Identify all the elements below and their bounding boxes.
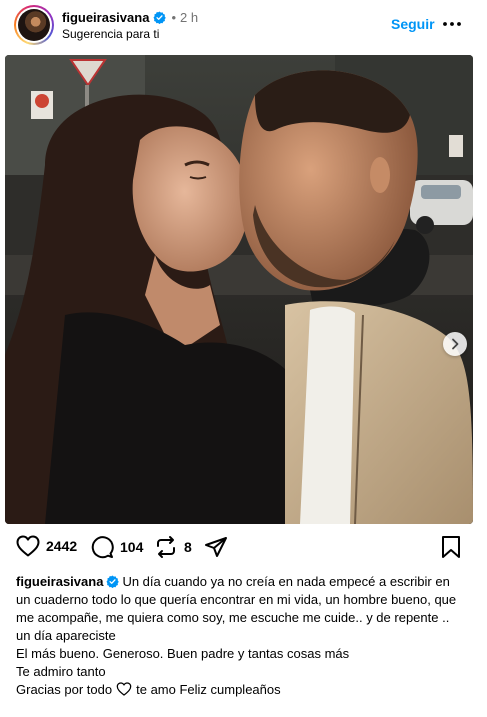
verified-badge-icon <box>153 11 167 24</box>
repost-button[interactable]: 8 <box>154 535 192 559</box>
comment-count[interactable]: 104 <box>120 539 143 555</box>
comment-button[interactable]: 104 <box>90 535 143 559</box>
save-button[interactable] <box>440 535 462 559</box>
comment-icon <box>91 536 114 559</box>
post-time[interactable]: 2 h <box>180 10 198 25</box>
more-horizontal-icon[interactable] <box>441 14 463 34</box>
like-button[interactable]: 2442 <box>16 535 77 557</box>
chevron-right-icon <box>452 338 459 350</box>
heart-icon <box>16 535 40 557</box>
caption-paragraph-1: figueirasivana Un día cuando ya no creía… <box>16 573 466 645</box>
dot-separator: • <box>171 9 176 25</box>
suggestion-label: Sugerencia para ti <box>62 27 160 41</box>
photo-illustration <box>5 55 473 524</box>
avatar[interactable] <box>14 5 54 45</box>
share-button[interactable] <box>204 535 228 559</box>
caption-text-4a: Gracias por todo <box>16 682 113 697</box>
next-slide-button[interactable] <box>443 332 467 356</box>
caption-username[interactable]: figueirasivana <box>16 574 103 589</box>
username-row: figueirasivana • 2 h <box>62 9 198 25</box>
bookmark-icon <box>442 536 460 558</box>
share-icon <box>205 537 227 557</box>
follow-button[interactable]: Seguir <box>391 16 435 32</box>
post-header: figueirasivana • 2 h Sugerencia para ti … <box>0 0 487 52</box>
caption-paragraph-4: Gracias por todo te amo Feliz cumpleaños <box>16 681 466 699</box>
caption-text-3: Te admiro tanto <box>16 664 106 679</box>
verified-badge-icon <box>106 575 120 588</box>
post-caption: figueirasivana Un día cuando ya no creía… <box>16 573 466 699</box>
caption-text-2: El más bueno. Generoso. Buen padre y tan… <box>16 646 350 661</box>
like-count[interactable]: 2442 <box>46 538 77 554</box>
avatar-image <box>18 9 50 41</box>
caption-text-4b: te amo Feliz cumpleaños <box>136 682 281 697</box>
repost-icon <box>157 536 175 558</box>
repost-count[interactable]: 8 <box>184 539 192 555</box>
heart-icon <box>116 682 132 696</box>
action-bar: 2442 104 8 <box>16 535 471 561</box>
instagram-post: figueirasivana • 2 h Sugerencia para ti … <box>0 0 487 717</box>
post-photo[interactable] <box>5 55 473 524</box>
username[interactable]: figueirasivana <box>62 10 149 25</box>
